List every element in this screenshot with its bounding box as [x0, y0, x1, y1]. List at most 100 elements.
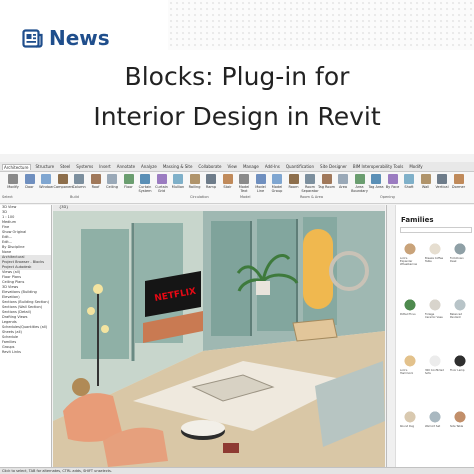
- ribbon-tool[interactable]: Curtain System: [136, 174, 154, 193]
- family-item[interactable]: Lolo's Expander Wheelbarrow: [400, 239, 420, 267]
- tool-label: Mullion: [171, 185, 185, 189]
- family-item[interactable]: Foliage Ceramic Vase: [425, 295, 445, 323]
- ribbon-tab[interactable]: Structure: [35, 164, 56, 169]
- ribbon-tool[interactable]: Ceiling: [103, 174, 121, 189]
- family-thumbnail: [400, 239, 420, 257]
- family-item[interactable]: Breeze Coffee Table: [425, 239, 445, 267]
- ribbon-tab[interactable]: Modify: [408, 164, 423, 169]
- ribbon-tool[interactable]: Room Separator: [301, 174, 319, 193]
- properties-panel: 3D View 3D 1 : 100 Medium Fine Show Original E…: [0, 205, 52, 467]
- ribbon-tool[interactable]: Room: [285, 174, 303, 189]
- ribbon-tool[interactable]: Mullion: [169, 174, 187, 189]
- family-thumbnail: [450, 295, 470, 313]
- ribbon-tab[interactable]: Steel: [59, 164, 71, 169]
- ribbon-tool[interactable]: Stair: [219, 174, 237, 189]
- newspaper-icon: [22, 28, 43, 48]
- ribbon-tool[interactable]: Railing: [186, 174, 204, 189]
- ribbon-tool[interactable]: Component: [54, 174, 74, 189]
- ribbon-tab[interactable]: Annotate: [116, 164, 136, 169]
- side-table: [292, 318, 338, 342]
- tool-label: Floor: [124, 185, 133, 189]
- tool-label: Model Group: [271, 185, 283, 193]
- ribbon-tool[interactable]: Model Group: [268, 174, 286, 193]
- tool-icon: [173, 174, 183, 184]
- ribbon-tab[interactable]: Analyze: [140, 164, 158, 169]
- ribbon-tab[interactable]: Collaborate: [197, 164, 222, 169]
- ribbon-tab[interactable]: Manage: [242, 164, 260, 169]
- ribbon-tab[interactable]: Add-Ins: [264, 164, 281, 169]
- family-item[interactable]: Potted Ficus: [400, 295, 420, 323]
- ribbon-tool[interactable]: By Face: [384, 174, 402, 189]
- family-thumbnail: [425, 351, 445, 369]
- family-thumbnail: [400, 407, 420, 425]
- ribbon-tab[interactable]: Systems: [75, 164, 94, 169]
- tool-label: By Face: [385, 185, 400, 189]
- ribbon-tool[interactable]: Area: [334, 174, 352, 189]
- family-item[interactable]: Fold-Down Desk: [450, 239, 470, 267]
- family-item[interactable]: Lolo's Hammock: [400, 351, 420, 379]
- ribbon-toolbar: Modify Door Window Component Column Roof Ceili…: [0, 172, 474, 204]
- ribbon-group-label: Circulation: [190, 195, 209, 199]
- ribbon-tool[interactable]: Tag Room: [318, 174, 336, 189]
- ribbon-tool[interactable]: Window: [37, 174, 55, 189]
- ribbon-tool[interactable]: Model Text: [235, 174, 253, 193]
- tool-icon: [189, 174, 200, 184]
- families-title: Families: [401, 216, 434, 224]
- tool-icon: [24, 174, 35, 184]
- tool-icon: [404, 174, 414, 184]
- ribbon-tab[interactable]: View: [226, 164, 238, 169]
- tool-icon: [288, 174, 299, 184]
- tool-icon: [222, 174, 233, 184]
- ribbon-tab[interactable]: Architecture: [2, 163, 31, 170]
- basket: [72, 378, 90, 396]
- family-item[interactable]: Balanced Pendant: [450, 295, 470, 323]
- family-thumbnail: [400, 295, 420, 313]
- panel-line: Revit Links: [2, 350, 21, 354]
- family-item[interactable]: Round Rug: [400, 407, 420, 435]
- family-thumbnail: [450, 239, 470, 257]
- ribbon-tool[interactable]: Door: [21, 174, 39, 189]
- family-item[interactable]: Wall Art Set: [425, 407, 445, 435]
- ribbon-tool[interactable]: Area Boundary: [351, 174, 369, 193]
- family-item[interactable]: Side Table: [450, 407, 470, 435]
- ribbon-tool[interactable]: Shaft: [400, 174, 418, 189]
- family-item[interactable]: Floor Lamp: [450, 351, 470, 379]
- ribbon-tab[interactable]: Insert: [98, 164, 111, 169]
- family-item[interactable]: 300 Conflicted Sofa: [425, 351, 445, 379]
- ribbon-tool[interactable]: Model Line: [252, 174, 270, 193]
- ribbon-tab[interactable]: Site Designer: [319, 164, 348, 169]
- family-thumbnail: [425, 239, 445, 257]
- ribbon-tool[interactable]: Curtain Grid: [153, 174, 171, 193]
- tool-icon: [8, 174, 18, 184]
- ribbon-tool[interactable]: Column: [70, 174, 88, 189]
- family-thumbnail: [450, 407, 470, 425]
- ribbon-tab[interactable]: Massing & Site: [162, 164, 194, 169]
- family-label: Floor Lamp: [450, 369, 465, 372]
- ribbon-tool[interactable]: Vertical: [433, 174, 451, 189]
- tool-icon: [387, 174, 398, 184]
- ribbon-tool[interactable]: Roof: [87, 174, 105, 189]
- family-label: Balanced Pendant: [450, 313, 462, 319]
- tool-icon: [255, 174, 266, 184]
- tool-label: Door: [25, 185, 34, 189]
- ribbon-group-label: Build: [70, 195, 79, 199]
- news-badge[interactable]: News: [22, 26, 110, 50]
- tool-label: Shaft: [404, 185, 414, 189]
- family-thumbnail: [425, 295, 445, 313]
- tool-icon: [41, 174, 51, 184]
- ribbon-tool[interactable]: Wall: [417, 174, 435, 189]
- ribbon-tool[interactable]: Ramp: [202, 174, 220, 189]
- ribbon-group-label: Select: [2, 195, 13, 199]
- ribbon-tool[interactable]: Floor: [120, 174, 138, 189]
- ribbon-tool[interactable]: Modify: [4, 174, 22, 189]
- headline-line-2: Interior Design in Revit: [93, 102, 381, 131]
- ribbon-tool[interactable]: Tag Area: [367, 174, 385, 189]
- families-search-input[interactable]: [400, 227, 472, 233]
- 3d-view-canvas[interactable]: NETFLIX: [53, 211, 385, 467]
- tool-icon: [239, 174, 249, 184]
- ribbon-tab[interactable]: Quantification: [285, 164, 315, 169]
- tool-icon: [272, 174, 282, 184]
- ribbon-tool[interactable]: Dormer: [450, 174, 468, 189]
- family-label: Lolo's Hammock: [400, 369, 414, 375]
- ribbon-tab[interactable]: BIM Interoperability Tools: [352, 164, 404, 169]
